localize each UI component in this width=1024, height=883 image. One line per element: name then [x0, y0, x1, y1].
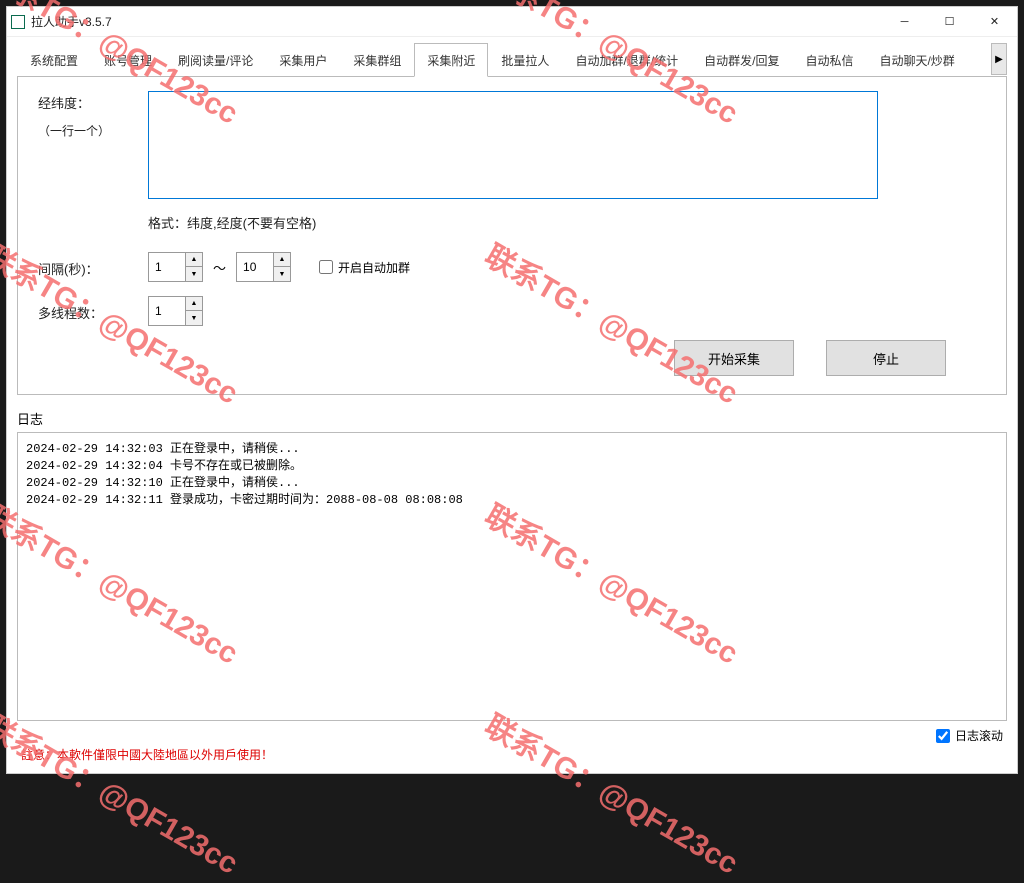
auto-join-checkbox[interactable]	[319, 260, 333, 274]
log-label: 日志	[17, 409, 1007, 428]
stop-button[interactable]: 停止	[826, 340, 946, 376]
start-collect-button[interactable]: 开始采集	[674, 340, 794, 376]
interval-max-down[interactable]: ▼	[274, 267, 290, 281]
threads-spinner: ▲ ▼	[148, 296, 203, 326]
app-window: 拉人助手v3.5.7 ─ ☐ ✕ 系统配置 账号管理 刷阅读量/评论 采集用户 …	[6, 6, 1018, 774]
interval-min-input[interactable]	[149, 253, 185, 281]
threads-input[interactable]	[149, 297, 185, 325]
tab-batch-invite[interactable]: 批量拉人	[488, 43, 562, 77]
tab-collect-nearby[interactable]: 采集附近	[414, 43, 488, 77]
tab-bar: 系统配置 账号管理 刷阅读量/评论 采集用户 采集群组 采集附近 批量拉人 自动…	[17, 43, 1007, 77]
tab-collect-user[interactable]: 采集用户	[266, 43, 340, 77]
interval-max-spinner: ▲ ▼	[236, 252, 291, 282]
disclaimer-text: 註意：本軟件僅限中國大陸地區以外用戶使用！	[17, 744, 1007, 769]
tab-auto-chat[interactable]: 自动聊天/炒群	[866, 43, 967, 77]
auto-join-checkbox-wrap[interactable]: 开启自动加群	[319, 259, 410, 276]
tab-read-comment[interactable]: 刷阅读量/评论	[165, 43, 266, 77]
interval-label: 间隔(秒)：	[38, 257, 148, 278]
log-output[interactable]: 2024-02-29 14:32:03 正在登录中，请稍侯... 2024-02…	[17, 432, 1007, 721]
log-scroll-label: 日志滚动	[955, 727, 1003, 744]
threads-down[interactable]: ▼	[186, 311, 202, 325]
tab-auto-dm[interactable]: 自动私信	[792, 43, 866, 77]
titlebar: 拉人助手v3.5.7 ─ ☐ ✕	[7, 7, 1017, 37]
interval-min-up[interactable]: ▲	[186, 253, 202, 267]
format-hint: 格式：纬度,经度(不要有空格)	[148, 213, 986, 232]
interval-min-spinner: ▲ ▼	[148, 252, 203, 282]
tab-auto-join-leave[interactable]: 自动加群/退群/统计	[562, 43, 691, 77]
coords-label: 经纬度： （一行一个）	[38, 91, 148, 139]
interval-min-down[interactable]: ▼	[186, 267, 202, 281]
app-icon	[11, 15, 25, 29]
coords-input[interactable]	[148, 91, 878, 199]
maximize-button[interactable]: ☐	[927, 8, 972, 36]
threads-up[interactable]: ▲	[186, 297, 202, 311]
window-title: 拉人助手v3.5.7	[31, 13, 112, 30]
tab-collect-group[interactable]: 采集群组	[340, 43, 414, 77]
threads-label: 多线程数：	[38, 301, 148, 322]
tab-scroll-right[interactable]: ▶	[991, 43, 1007, 75]
log-section: 日志 2024-02-29 14:32:03 正在登录中，请稍侯... 2024…	[17, 409, 1007, 744]
interval-max-input[interactable]	[237, 253, 273, 281]
tab-system-config[interactable]: 系统配置	[17, 43, 91, 77]
tab-panel-collect-nearby: 经纬度： （一行一个） 格式：纬度,经度(不要有空格) 间隔(秒)： ▲ ▼	[17, 77, 1007, 395]
close-button[interactable]: ✕	[972, 8, 1017, 36]
tab-account-manage[interactable]: 账号管理	[91, 43, 165, 77]
tilde-separator: ～	[213, 258, 226, 277]
log-scroll-checkbox-wrap[interactable]: 日志滚动	[936, 727, 1003, 744]
minimize-button[interactable]: ─	[882, 8, 927, 36]
auto-join-label: 开启自动加群	[338, 259, 410, 276]
interval-max-up[interactable]: ▲	[274, 253, 290, 267]
tab-auto-group-reply[interactable]: 自动群发/回复	[691, 43, 792, 77]
log-scroll-checkbox[interactable]	[936, 729, 950, 743]
